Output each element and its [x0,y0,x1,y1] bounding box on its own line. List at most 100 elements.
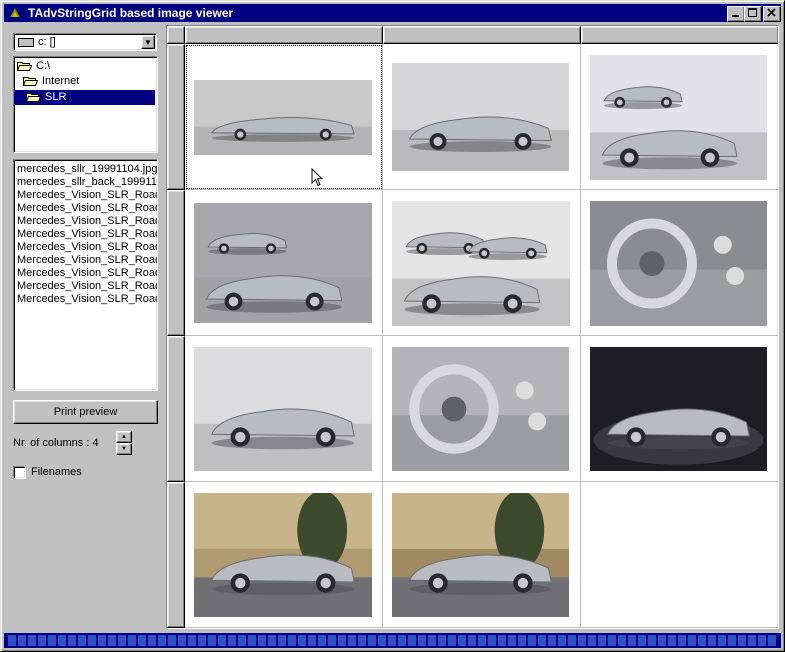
file-item[interactable]: Mercedes_Vision_SLR_Roadster_2.jpg [14,202,157,215]
progress-segment [408,635,416,646]
thumbnail-cell[interactable] [383,482,581,628]
close-button[interactable] [763,6,781,22]
folder-item-selected[interactable]: SLR [14,90,155,105]
thumbnail-image[interactable] [194,80,372,155]
progress-segment [418,635,426,646]
progress-segment [138,635,146,646]
progress-segment [368,635,376,646]
thumbnail-image[interactable] [392,201,570,326]
empty-cell[interactable] [581,482,778,628]
thumbnail-image[interactable] [590,347,767,471]
thumbnail-image[interactable] [590,55,767,180]
minimize-button[interactable] [727,6,745,22]
maximize-button[interactable] [744,6,762,22]
progress-segment [378,635,386,646]
thumbnail-cell[interactable] [185,336,383,482]
file-item[interactable]: mercedes_sllr_back_19991104.jpg [14,176,157,189]
file-item[interactable]: Mercedes_Vision_SLR_Roadster_3.jpg [14,215,157,228]
thumbnail-image[interactable] [392,493,569,617]
folder-item[interactable]: Internet [23,74,79,89]
spin-up-button[interactable]: ▲ [116,431,132,443]
file-item[interactable]: Mercedes_Vision_SLR_Roadster_6.jpg [14,254,157,267]
progress-segment [358,635,366,646]
progress-segment [428,635,436,646]
row-header[interactable] [167,482,185,628]
file-list[interactable]: mercedes_sllr_19991104.jpg mercedes_sllr… [13,159,158,391]
row-header[interactable] [167,190,185,336]
drive-combobox[interactable]: c: [] ▼ [13,33,157,51]
thumbnail-image[interactable] [194,203,372,323]
folder-open-icon [17,62,32,72]
row-header[interactable] [167,44,185,190]
thumbnail-image[interactable] [194,493,372,617]
file-item[interactable]: Mercedes_Vision_SLR_Roadster_7.jpg [14,267,157,280]
thumbnail-cell[interactable] [383,336,581,482]
progress-segment [68,635,76,646]
progress-segment [388,635,396,646]
filenames-checkbox[interactable] [13,466,26,479]
arrow-up-icon: ▲ [121,434,127,440]
progress-segment [338,635,346,646]
thumbnail-cell[interactable] [581,190,778,336]
progress-segment [468,635,476,646]
app-icon [8,6,22,20]
progress-segment [298,635,306,646]
thumbnail-cell[interactable] [383,190,581,336]
progress-segment [658,635,666,646]
image-grid[interactable] [166,25,779,629]
thumbnail-cell[interactable] [185,44,383,190]
progress-segment [518,635,526,646]
row-header[interactable] [167,336,185,482]
thumbnail-image[interactable] [194,347,372,471]
progress-segment [348,635,356,646]
thumbnail-cell[interactable] [383,44,581,190]
progress-segment [118,635,126,646]
progress-segment [628,635,636,646]
folder-item[interactable]: C:\ [17,59,50,74]
progress-segment [178,635,186,646]
progress-segment [88,635,96,646]
progress-segment [448,635,456,646]
file-item[interactable]: Mercedes_Vision_SLR_Roadster_4.jpg [14,228,157,241]
file-item[interactable]: Mercedes_Vision_SLR_Roadster_9.jpg [14,293,157,306]
progress-segment [328,635,336,646]
thumbnail-image[interactable] [392,347,569,471]
progress-segment [748,635,756,646]
file-item[interactable]: Mercedes_Vision_SLR_Roadster_8.jpg [14,280,157,293]
progress-segment [218,635,226,646]
progress-segment [98,635,106,646]
column-header[interactable] [581,26,778,44]
spin-down-button[interactable]: ▼ [116,443,132,455]
file-item[interactable]: Mercedes_Vision_SLR_Roadster_1.jpg [14,189,157,202]
chevron-down-icon[interactable]: ▼ [141,35,155,49]
progress-segment [588,635,596,646]
progress-segment [208,635,216,646]
directory-list[interactable]: C:\ Internet SLR [13,56,158,153]
folder-name: Internet [42,75,80,87]
progress-bar [4,633,781,648]
thumbnail-cell[interactable] [581,44,778,190]
title-bar[interactable]: TAdvStringGrid based image viewer [4,4,781,22]
thumbnail-image[interactable] [392,63,569,171]
window-title: TAdvStringGrid based image viewer [28,6,234,20]
print-preview-button[interactable]: Print preview [13,400,158,424]
column-header[interactable] [383,26,581,44]
thumbnail-image[interactable] [590,201,767,326]
progress-segment [288,635,296,646]
columns-spinner[interactable]: ▲ ▼ [116,431,132,455]
progress-segment [188,635,196,646]
progress-segment [598,635,606,646]
progress-segment [168,635,176,646]
drive-icon [18,38,34,47]
column-header[interactable] [185,26,383,44]
file-item[interactable]: Mercedes_Vision_SLR_Roadster_5.jpg [14,241,157,254]
thumbnail-cell[interactable] [581,336,778,482]
file-item[interactable]: mercedes_sllr_19991104.jpg [14,163,157,176]
progress-segment [248,635,256,646]
progress-segment [18,635,26,646]
progress-segment [278,635,286,646]
thumbnail-cell[interactable] [185,482,383,628]
progress-segment [148,635,156,646]
progress-segment [238,635,246,646]
thumbnail-cell[interactable] [185,190,383,336]
